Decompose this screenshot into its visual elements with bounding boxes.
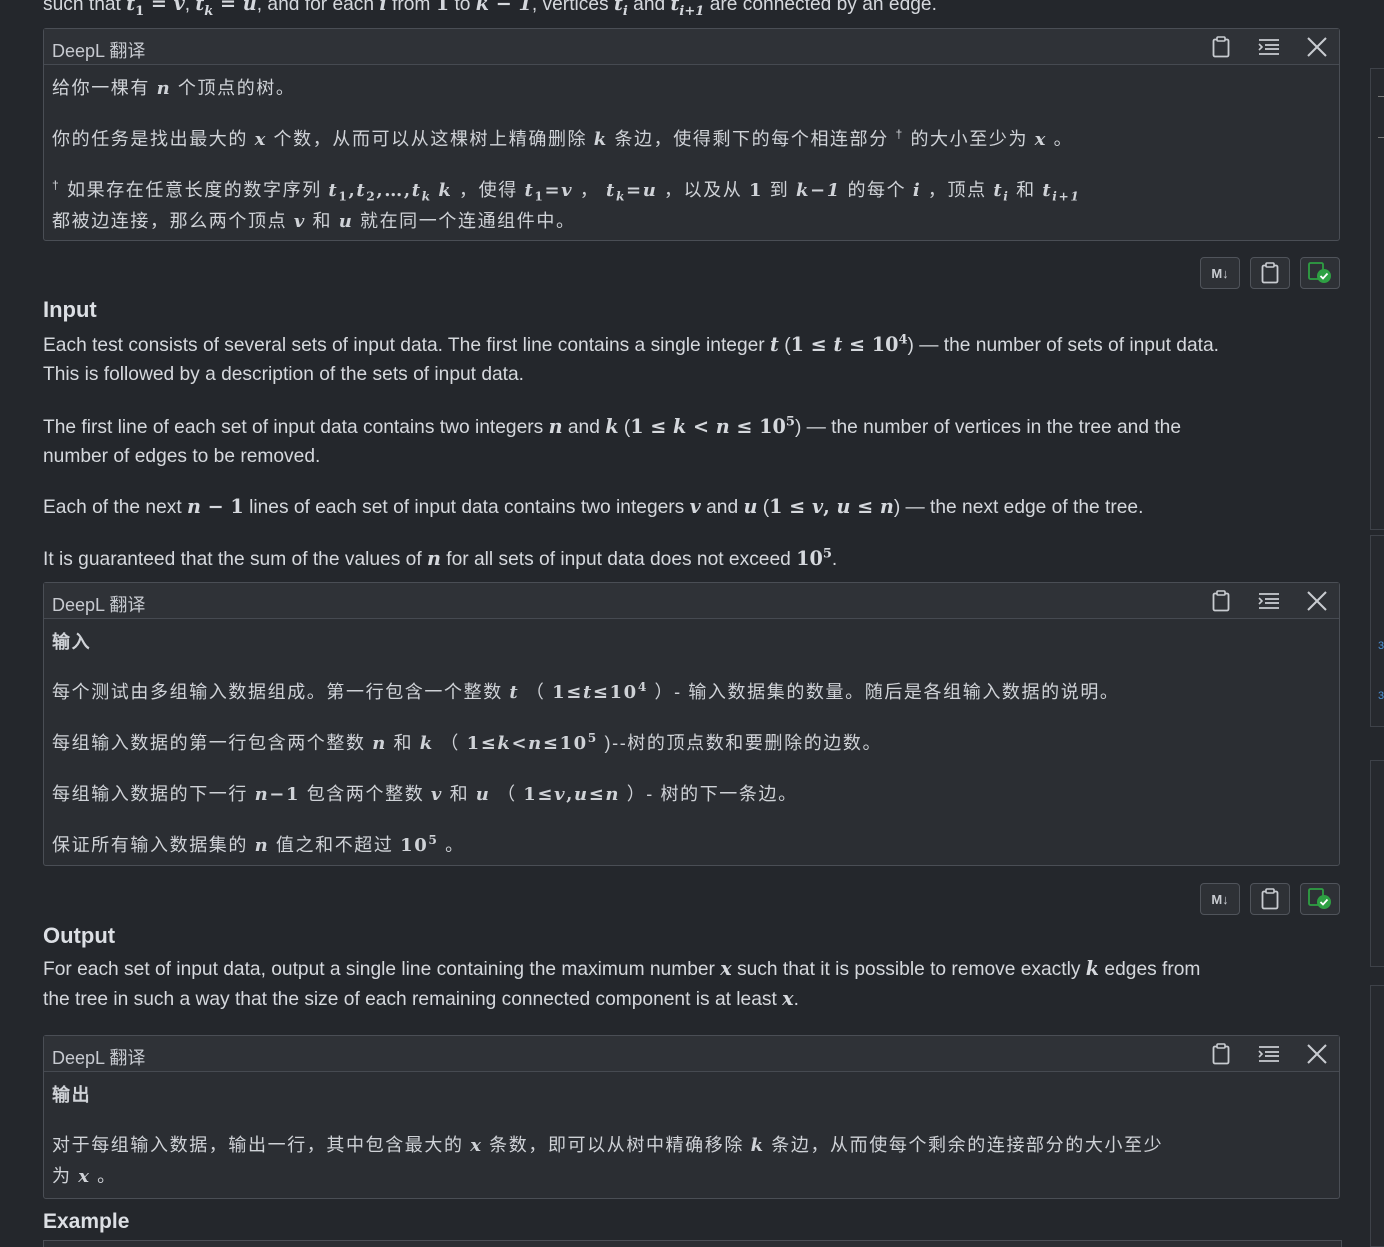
connectivity-footnote: such that t1 = v, tk = u, and for each i…	[43, 0, 937, 19]
check-badge-icon	[1308, 262, 1331, 283]
check-badge-icon	[1308, 888, 1331, 909]
close-icon[interactable]	[1305, 35, 1329, 59]
translation-body: 输出 对于每组输入数据，输出一行，其中包含最大的 x 条数，即可以从树中精确移除…	[44, 1072, 1339, 1200]
translation-box-output: DeepL 翻译 输出 对于每组输入数据，输出一行，其中包含最大的 x 条数，即…	[43, 1035, 1340, 1199]
translation-paragraph: 都被边连接，那么两个顶点 v 和 u 就在同一个连通组件中。	[52, 211, 576, 232]
input-paragraph-3: Each of the next n − 1 lines of each set…	[43, 495, 1144, 518]
translation-paragraph: 你的任务是找出最大的 x 个数，从而可以从这棵树上精确删除 k 条边，使得剩下的…	[52, 127, 1074, 150]
translation-body: 输入 每个测试由多组输入数据组成。第一行包含一个整数 t （ 1≤t≤104 ）…	[44, 619, 1339, 869]
side-panel-strip-bottom	[1370, 985, 1384, 1247]
translation-heading: 输入	[52, 632, 92, 652]
translation-paragraph: 给你一棵有 n 个顶点的树。	[52, 78, 296, 99]
action-buttons: M↓	[1200, 883, 1340, 915]
translate-done-button[interactable]	[1300, 257, 1340, 289]
translator-label: DeepL 翻译	[52, 1048, 146, 1068]
output-paragraph: For each set of input data, output a sin…	[43, 957, 1201, 1010]
translation-header: DeepL 翻译	[44, 29, 1339, 65]
input-heading: Input	[43, 297, 97, 322]
input-paragraph-1: Each test consists of several sets of in…	[43, 332, 1219, 385]
align-icon[interactable]	[1257, 1042, 1281, 1066]
translation-box-input: DeepL 翻译 输入 每个测试由多组输入数据组成。第一行包含一个整数 t （ …	[43, 582, 1340, 866]
side-link[interactable]: 3	[1378, 690, 1384, 702]
output-heading: Output	[43, 923, 116, 948]
translation-paragraph: † 如果存在任意长度的数字序列 t1,t2,…,tk k ，使得 t1=v ， …	[52, 178, 1081, 204]
translator-label: DeepL 翻译	[52, 595, 146, 615]
example-box-edge	[43, 1240, 1342, 1247]
translation-box-statement: DeepL 翻译 给你一棵有 n 个顶点的树。 你的任务是找出最大的 x 个数，…	[43, 28, 1340, 241]
markdown-button[interactable]: M↓	[1200, 883, 1240, 915]
translation-paragraph: 每组输入数据的下一行 n−1 包含两个整数 v 和 u （ 1≤v,u≤n ）-…	[52, 784, 798, 805]
translation-paragraph: 对于每组输入数据，输出一行，其中包含最大的 x 条数，即可以从树中精确移除 k …	[52, 1135, 1164, 1156]
markdown-button[interactable]: M↓	[1200, 257, 1240, 289]
align-icon[interactable]	[1257, 35, 1281, 59]
close-icon[interactable]	[1305, 1042, 1329, 1066]
translation-paragraph: 为 x 。	[52, 1166, 117, 1187]
clipboard-icon	[1261, 888, 1279, 910]
copy-button[interactable]	[1250, 883, 1290, 915]
copy-button[interactable]	[1250, 257, 1290, 289]
side-link[interactable]: 3	[1378, 640, 1384, 652]
align-icon[interactable]	[1257, 589, 1281, 613]
clipboard-icon[interactable]	[1209, 589, 1233, 613]
example-heading: Example	[43, 1210, 130, 1233]
side-panel-strip-low	[1370, 760, 1384, 967]
clipboard-icon	[1261, 262, 1279, 284]
clipboard-icon[interactable]	[1209, 1042, 1233, 1066]
side-tick	[1378, 137, 1384, 138]
translator-label: DeepL 翻译	[52, 41, 146, 61]
translation-paragraph: 保证所有输入数据集的 n 值之和不超过 105 。	[52, 833, 465, 856]
translation-heading: 输出	[52, 1085, 92, 1105]
input-paragraph-2: The first line of each set of input data…	[43, 414, 1182, 467]
translation-header: DeepL 翻译	[44, 1036, 1339, 1072]
translation-paragraph: 每组输入数据的第一行包含两个整数 n 和 k （ 1≤k<n≤105 )--树的…	[52, 731, 883, 754]
translation-header: DeepL 翻译	[44, 583, 1339, 619]
action-buttons: M↓	[1200, 257, 1340, 289]
side-tick	[1378, 96, 1384, 97]
close-icon[interactable]	[1305, 589, 1329, 613]
translation-body: 给你一棵有 n 个顶点的树。 你的任务是找出最大的 x 个数，从而可以从这棵树上…	[44, 65, 1339, 245]
translate-done-button[interactable]	[1300, 883, 1340, 915]
translation-paragraph: 每个测试由多组输入数据组成。第一行包含一个整数 t （ 1≤t≤104 ）- 输…	[52, 680, 1120, 703]
clipboard-icon[interactable]	[1209, 35, 1233, 59]
input-paragraph-4: It is guaranteed that the sum of the val…	[43, 546, 838, 570]
